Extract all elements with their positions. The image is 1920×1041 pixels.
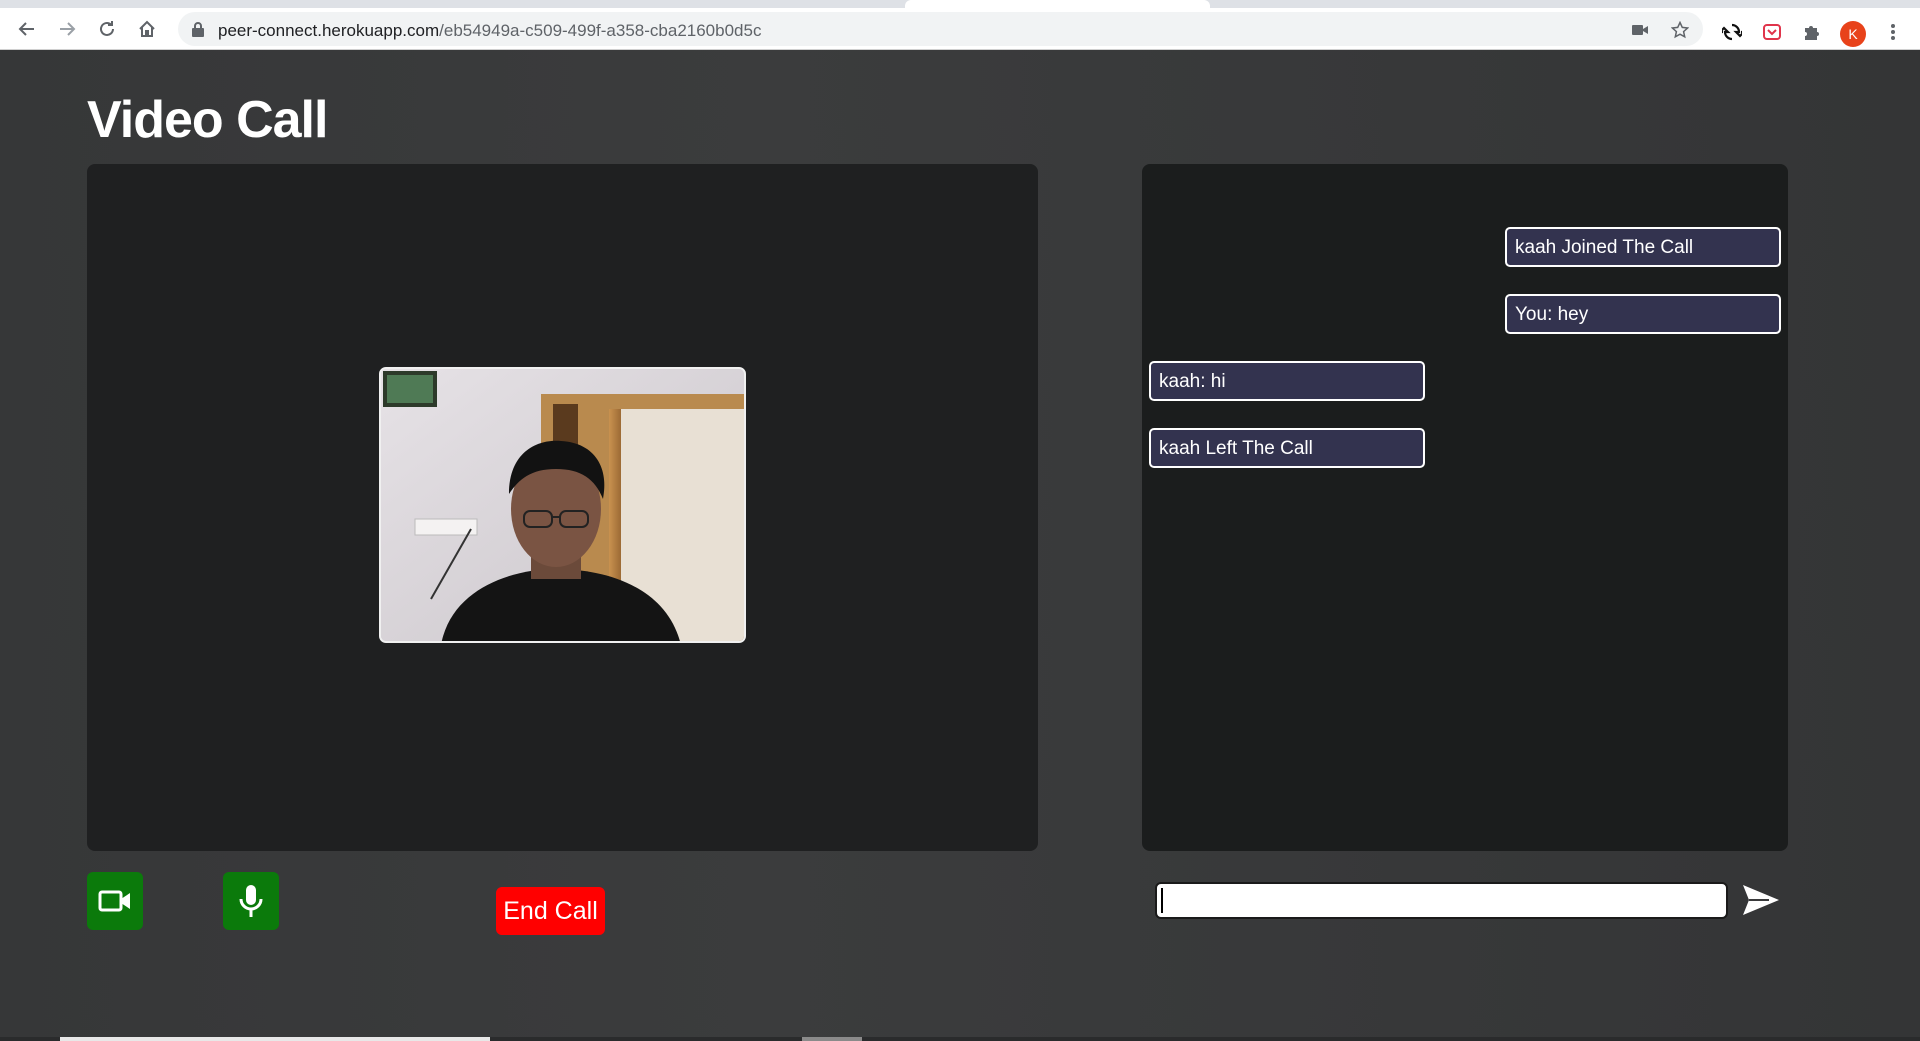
camera-in-use-icon[interactable] [1631,21,1649,39]
reload-icon[interactable] [94,16,120,42]
video-camera-icon [98,890,130,912]
microphone-icon [239,885,263,917]
browser-menu-icon[interactable] [1882,21,1904,43]
forward-icon[interactable] [54,16,80,42]
camera-toggle-button[interactable] [87,872,143,930]
chat-message: kaah Joined The Call [1505,227,1781,267]
chat-message: You: hey [1505,294,1781,334]
address-bar[interactable]: peer-connect.herokuapp.com/eb54949a-c509… [178,12,1703,46]
microphone-toggle-button[interactable] [223,872,279,930]
end-call-button[interactable]: End Call [496,887,605,935]
webcam-feed-image [381,369,744,641]
chat-panel: kaah Joined The Call You: hey kaah: hi k… [1142,164,1788,851]
back-icon[interactable] [14,16,40,42]
chat-message: kaah Left The Call [1149,428,1425,468]
home-icon[interactable] [134,16,160,42]
text-caret [1161,888,1163,913]
local-video [379,367,746,643]
page-body: Video Call End Call kaah Joined The Call… [0,50,1920,1041]
taskbar-strip [0,1037,1920,1041]
url-host: peer-connect.herokuapp.com [218,21,440,40]
scroll-indicator [60,1037,490,1041]
chat-message-input[interactable] [1155,882,1728,919]
url-path: /eb54949a-c509-499f-a358-cba2160b0d5c [439,21,762,40]
pocket-extension-icon[interactable] [1761,21,1783,43]
profile-avatar[interactable]: K [1840,21,1866,47]
bookmark-star-icon[interactable] [1671,21,1689,39]
chat-message: kaah: hi [1149,361,1425,401]
url-text: peer-connect.herokuapp.com/eb54949a-c509… [218,21,761,41]
lock-icon[interactable] [191,21,207,37]
page-title: Video Call [87,91,328,149]
scroll-indicator [802,1037,862,1041]
extensions-puzzle-icon[interactable] [1801,21,1823,43]
browser-toolbar: peer-connect.herokuapp.com/eb54949a-c509… [0,8,1920,50]
video-panel [87,164,1038,851]
send-message-button[interactable] [1740,880,1782,920]
send-icon [1743,885,1779,915]
sync-extension-icon[interactable] [1721,21,1743,43]
